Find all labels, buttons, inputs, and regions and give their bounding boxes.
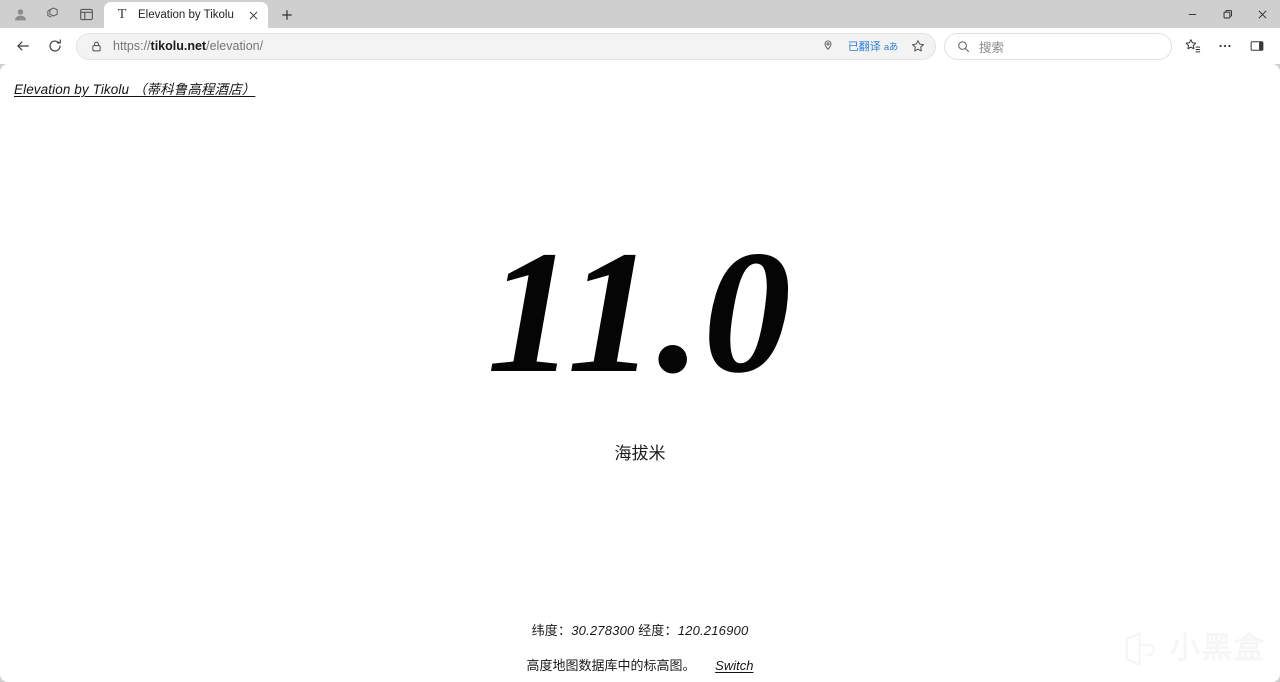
search-box[interactable]: 搜索 — [944, 32, 1172, 60]
web-page: Elevation by Tikolu （蒂科鲁高程酒店） 11.0 海拔米 纬… — [0, 64, 1280, 682]
url-text: https://tikolu.net/elevation/ — [113, 39, 815, 53]
translate-aa-icon: aあ — [883, 42, 898, 53]
workspaces-icon[interactable] — [39, 2, 67, 26]
coordinates-line: 纬度：30.278300 经度：120.216900 — [0, 620, 1280, 639]
minimize-button[interactable] — [1175, 0, 1210, 28]
tabstrip-left-icons — [0, 0, 100, 28]
maximize-restore-button[interactable] — [1210, 0, 1245, 28]
browser-window: T Elevation by Tikolu https://tikolu.net… — [0, 0, 1280, 682]
site-title-link[interactable]: Elevation by Tikolu （蒂科鲁高程酒店） — [14, 82, 255, 97]
elevation-value: 11.0 — [486, 214, 794, 410]
url-path: /elevation/ — [206, 39, 264, 53]
search-icon — [955, 38, 971, 54]
settings-more-button[interactable] — [1210, 32, 1240, 60]
longitude-label: 经度： — [638, 623, 678, 638]
url-domain: tikolu.net — [150, 39, 207, 53]
window-controls — [1175, 0, 1280, 28]
tab-actions-icon[interactable] — [72, 2, 100, 26]
translate-label: 已翻译 — [847, 41, 881, 53]
close-icon[interactable] — [244, 6, 262, 24]
search-input[interactable]: 搜索 — [979, 37, 1004, 56]
favorite-star-icon[interactable] — [905, 34, 931, 58]
site-header: Elevation by Tikolu （蒂科鲁高程酒店） — [0, 64, 1280, 99]
omnibox-actions: 已翻译 aあ — [815, 34, 931, 58]
source-line: 高度地图数据库中的标高图。 Switch — [0, 655, 1280, 674]
page-viewport: Elevation by Tikolu （蒂科鲁高程酒店） 11.0 海拔米 纬… — [0, 64, 1280, 682]
back-button[interactable] — [8, 32, 38, 60]
lock-icon[interactable] — [87, 37, 105, 55]
page-footer: 纬度：30.278300 经度：120.216900 高度地图数据库中的标高图。… — [0, 620, 1280, 674]
sidebar-toggle-icon[interactable] — [1242, 32, 1272, 60]
longitude-value: 120.216900 — [677, 623, 749, 638]
tab-favicon-letter-t: T — [117, 7, 127, 22]
latitude-label: 纬度： — [531, 623, 572, 638]
close-window-button[interactable] — [1245, 0, 1280, 28]
browser-tab[interactable]: T Elevation by Tikolu — [104, 2, 268, 28]
split-screen-icon[interactable] — [815, 34, 841, 58]
switch-link[interactable]: Switch — [715, 658, 753, 673]
elevation-display: 11.0 海拔米 — [0, 64, 1280, 682]
source-text: 高度地图数据库中的标高图。 — [526, 658, 696, 673]
collections-icon[interactable] — [1178, 32, 1208, 60]
browser-toolbar: https://tikolu.net/elevation/ 已翻译 aあ 搜索 — [0, 28, 1280, 64]
address-bar[interactable]: https://tikolu.net/elevation/ 已翻译 aあ — [76, 32, 936, 60]
profile-avatar[interactable] — [6, 2, 34, 26]
url-scheme: https:// — [113, 39, 151, 53]
elevation-unit-label: 海拔米 — [614, 443, 666, 463]
translate-indicator[interactable]: 已翻译 aあ — [843, 35, 903, 57]
new-tab-button[interactable] — [274, 2, 300, 28]
reload-button[interactable] — [40, 32, 70, 60]
tab-strip: T Elevation by Tikolu — [0, 0, 1280, 28]
tab-title: Elevation by Tikolu — [138, 9, 234, 21]
latitude-value: 30.278300 — [571, 623, 635, 638]
